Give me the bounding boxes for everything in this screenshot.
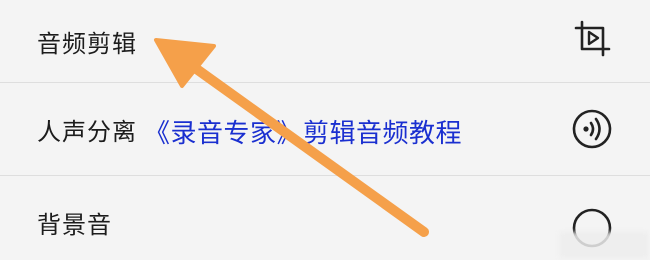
pointer-arrow [154, 38, 429, 237]
watermark [560, 232, 648, 258]
